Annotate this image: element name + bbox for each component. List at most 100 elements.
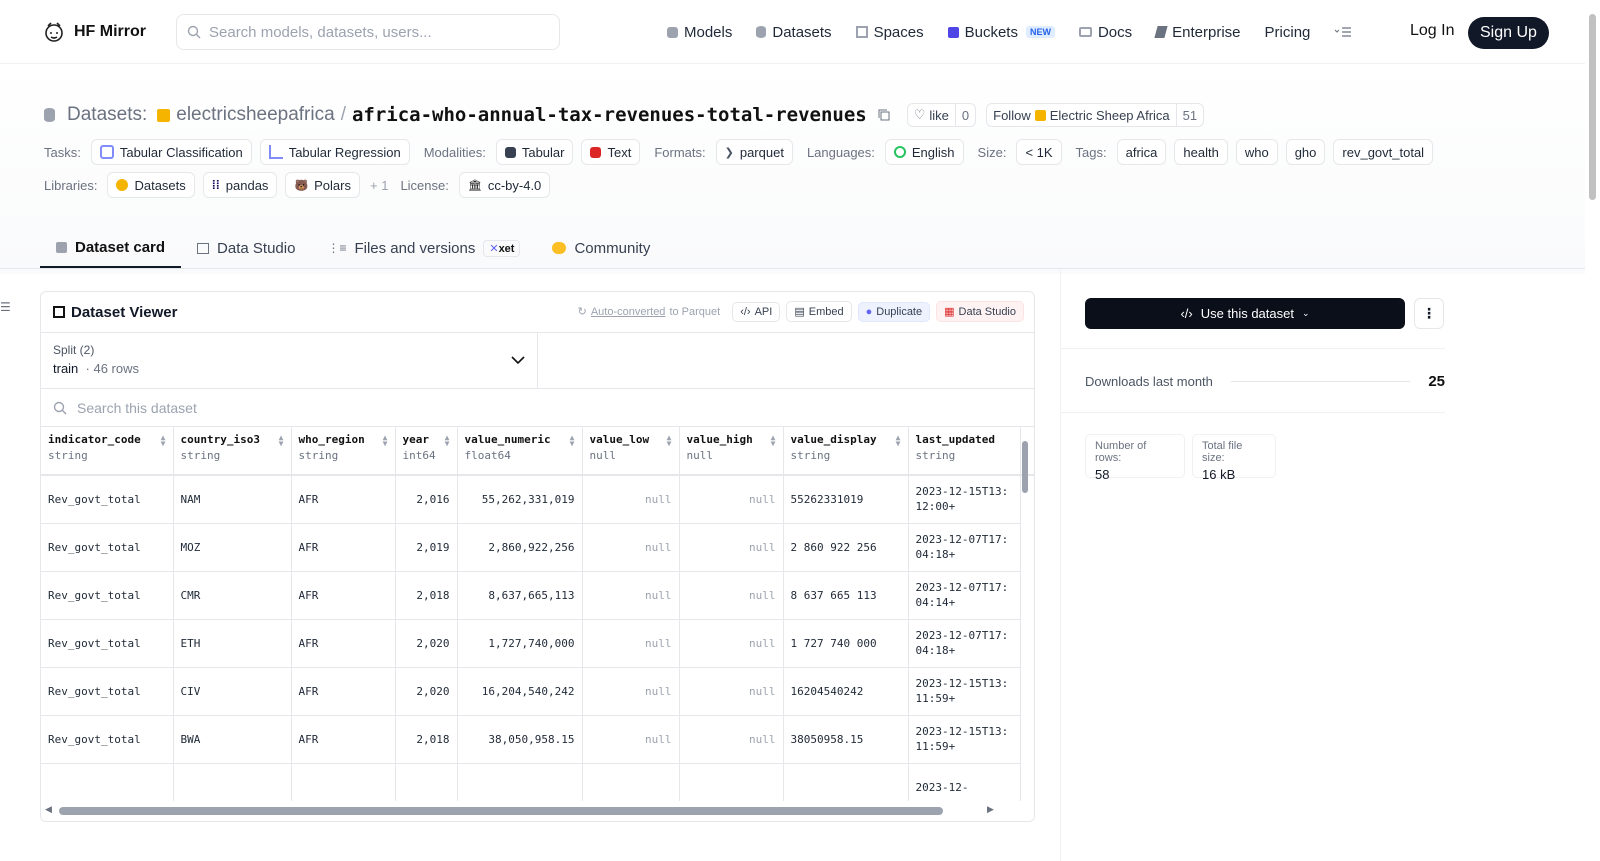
- dataset-search[interactable]: Search this dataset: [41, 389, 1034, 427]
- follow-label: Follow: [993, 107, 1031, 123]
- search-icon: [187, 25, 201, 39]
- scroll-thumb[interactable]: [1589, 14, 1596, 200]
- tag-task-classification[interactable]: Tabular Classification: [90, 139, 252, 165]
- table-row[interactable]: Rev_govt_total MOZ AFR 2,019 2,860,922,256 nu…: [41, 523, 1021, 572]
- login-link[interactable]: Log In: [1410, 22, 1454, 40]
- repo-name[interactable]: africa-who-annual-tax-revenues-total-rev…: [352, 104, 867, 126]
- table-row[interactable]: Rev_govt_total BWA AFR 2,018 38,050,958.15 nu…: [41, 715, 1021, 764]
- tag-library-pandas[interactable]: ⁞⁞ pandas: [202, 172, 278, 198]
- tag-rev-govt-total[interactable]: rev_govt_total: [1333, 139, 1434, 165]
- sort-icon[interactable]: ▲ ▼: [896, 434, 901, 448]
- scroll-thumb[interactable]: [1022, 441, 1028, 493]
- repo-type-label[interactable]: Datasets:: [67, 104, 147, 126]
- global-search-input[interactable]: [209, 23, 539, 41]
- more-options-button[interactable]: ⋮: [1414, 298, 1444, 329]
- sort-icon[interactable]: ▲ ▼: [445, 434, 450, 448]
- xet-label: xet: [498, 242, 515, 255]
- tag-label: cc-by-4.0: [487, 177, 542, 193]
- table-row[interactable]: Rev_govt_total CIV AFR 2,020 16,204,540,242 n…: [41, 667, 1021, 716]
- brand-logo[interactable]: HF Mirror: [42, 20, 146, 44]
- tab-data-studio[interactable]: Data Studio: [181, 228, 311, 268]
- scroll-thumb[interactable]: [59, 807, 943, 815]
- split-dropdown[interactable]: Split (2) train · 46 rows: [41, 333, 538, 389]
- repo-author[interactable]: electricsheepafrica: [176, 104, 334, 126]
- sort-icon[interactable]: ▲ ▼: [771, 434, 776, 448]
- table-body: Rev_govt_total NAM AFR 2,016 55,262,331,019 n…: [41, 475, 1021, 804]
- auto-converted-link[interactable]: Auto-converted: [591, 306, 666, 318]
- tag-language-english[interactable]: English: [884, 139, 964, 165]
- tab-files[interactable]: ⋮≡ Files and versions ✕xet: [311, 228, 536, 268]
- column-header[interactable]: country_iso3 string ▲ ▼: [173, 427, 292, 476]
- table-row[interactable]: Rev_govt_total CMR AFR 2,018 8,637,665,113 nu…: [41, 571, 1021, 620]
- embed-button[interactable]: ▤ Embed: [786, 301, 852, 322]
- nav-enterprise[interactable]: Enterprise: [1154, 18, 1241, 46]
- table-horizontal-scrollbar[interactable]: ◀ ▶: [41, 801, 1034, 821]
- tag-health[interactable]: health: [1174, 139, 1228, 165]
- column-header[interactable]: value_low null ▲ ▼: [582, 427, 680, 476]
- tag-size[interactable]: < 1K: [1016, 139, 1062, 165]
- tag-who[interactable]: who: [1235, 139, 1278, 165]
- table-cell: 2,018: [395, 571, 458, 620]
- signup-button[interactable]: Sign Up: [1468, 17, 1549, 49]
- column-header[interactable]: indicator_code string ▲ ▼: [41, 427, 174, 476]
- toc-toggle-icon[interactable]: ☰: [0, 300, 11, 314]
- sort-icon[interactable]: ▲ ▼: [161, 434, 166, 448]
- tag-library-datasets[interactable]: Datasets: [107, 172, 195, 198]
- like-button[interactable]: ♡ like 0: [906, 103, 977, 127]
- nav-docs[interactable]: Docs: [1078, 18, 1132, 46]
- scroll-right-icon[interactable]: ▶: [987, 804, 994, 815]
- tag-format-parquet[interactable]: ❯ parquet: [715, 139, 793, 165]
- dataset-icon: [44, 108, 55, 122]
- table-cell: 2 860 922 256: [783, 523, 909, 572]
- table-row[interactable]: 2023-12-: [41, 763, 1021, 804]
- copy-icon[interactable]: [877, 108, 891, 122]
- data-studio-button[interactable]: ▦ Data Studio: [936, 301, 1024, 322]
- tag-africa[interactable]: africa: [1116, 139, 1167, 165]
- sort-icon[interactable]: ▲ ▼: [570, 434, 575, 448]
- column-header[interactable]: last_updated string: [908, 427, 1021, 476]
- column-header[interactable]: value_display string ▲ ▼: [783, 427, 909, 476]
- table-icon: [99, 145, 114, 159]
- follow-button[interactable]: Follow Electric Sheep Africa 51: [986, 103, 1205, 127]
- api-label: API: [754, 305, 773, 318]
- api-button[interactable]: ‹/› API: [732, 301, 781, 322]
- column-header[interactable]: value_high null ▲ ▼: [679, 427, 784, 476]
- sort-icon[interactable]: ▲ ▼: [667, 434, 672, 448]
- scroll-left-icon[interactable]: ◀: [45, 804, 52, 815]
- column-header[interactable]: year int64 ▲ ▼: [395, 427, 458, 476]
- table-cell: 38,050,958.15: [457, 715, 583, 764]
- nav-more-menu[interactable]: [1334, 18, 1352, 46]
- global-search[interactable]: [176, 14, 560, 50]
- tab-community[interactable]: Community: [536, 228, 666, 268]
- table-row[interactable]: Rev_govt_total ETH AFR 2,020 1,727,740,000 nu…: [41, 619, 1021, 668]
- libraries-more[interactable]: + 1: [370, 178, 388, 193]
- enterprise-icon: [1154, 26, 1168, 38]
- column-header[interactable]: value_numeric float64 ▲ ▼: [457, 427, 583, 476]
- tab-label: Community: [574, 239, 651, 257]
- follow-org: Electric Sheep Africa: [1049, 107, 1170, 123]
- tag-modality-text[interactable]: Text: [581, 139, 641, 165]
- table-cell: null: [582, 571, 680, 620]
- nav-models[interactable]: Models: [667, 18, 732, 46]
- table-row[interactable]: Rev_govt_total NAM AFR 2,016 55,262,331,019 n…: [41, 475, 1021, 524]
- nav-buckets[interactable]: Buckets NEW: [947, 18, 1055, 46]
- duplicate-button[interactable]: ● Duplicate: [857, 301, 931, 322]
- tag-modality-tabular[interactable]: Tabular: [495, 139, 574, 165]
- sort-icon[interactable]: ▲ ▼: [383, 434, 388, 448]
- duplicate-icon: ●: [865, 305, 873, 318]
- nav-datasets[interactable]: Datasets: [756, 18, 832, 46]
- tag-task-regression[interactable]: Tabular Regression: [259, 139, 410, 165]
- page-scrollbar[interactable]: [1585, 0, 1600, 861]
- nav-pricing[interactable]: Pricing: [1265, 18, 1311, 46]
- tag-library-polars[interactable]: 🐻 Polars: [285, 172, 360, 198]
- tag-gho[interactable]: gho: [1285, 139, 1326, 165]
- tab-dataset-card[interactable]: Dataset card: [40, 228, 182, 268]
- column-header[interactable]: who_region string ▲ ▼: [291, 427, 396, 476]
- sort-icon[interactable]: ▲ ▼: [279, 434, 284, 448]
- table-vertical-scrollbar[interactable]: [1019, 427, 1031, 792]
- table-cell: 55,262,331,019: [457, 475, 583, 524]
- use-dataset-button[interactable]: ‹/› Use this dataset ⌄: [1085, 298, 1405, 329]
- book-icon: [1078, 27, 1092, 37]
- tag-license[interactable]: 🏛 cc-by-4.0: [458, 172, 551, 198]
- nav-spaces[interactable]: Spaces: [855, 18, 924, 46]
